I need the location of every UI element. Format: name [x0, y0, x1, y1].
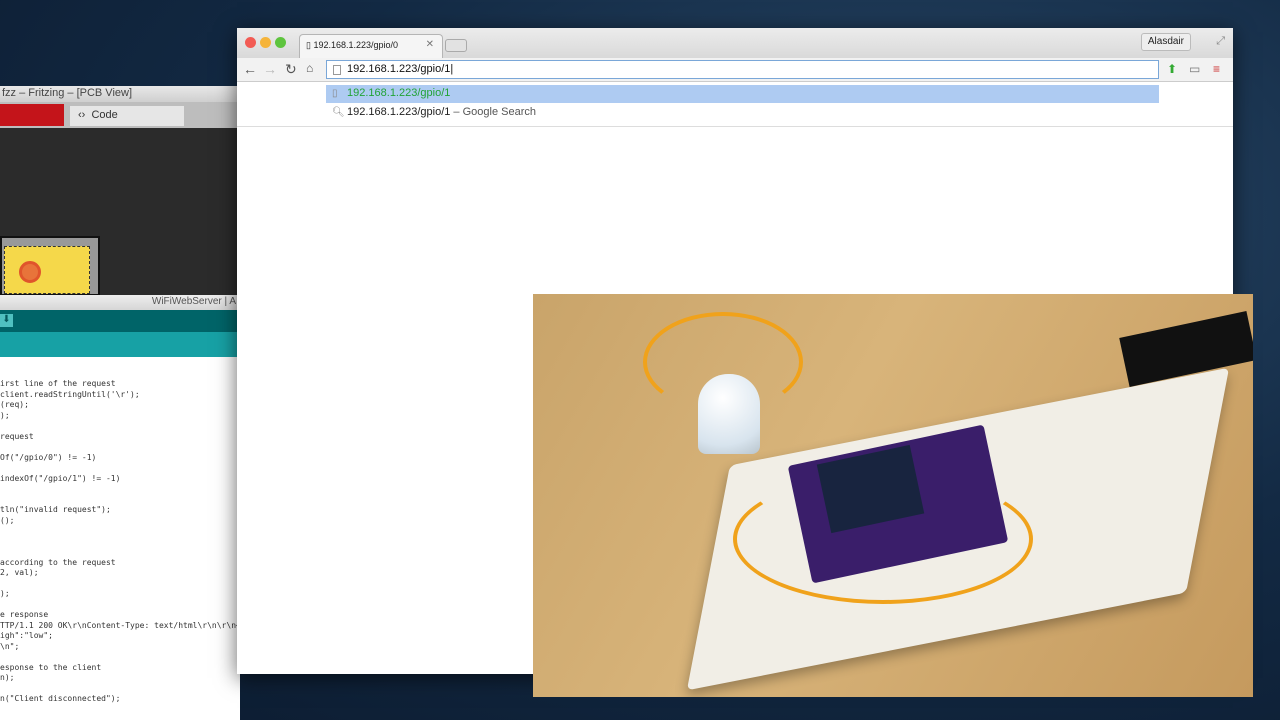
code-line: irst line of the request [0, 379, 116, 388]
browser-toolbar: ← → ↻ ⌂ 192.168.1.223/gpio/1| ⬆ ▭ ≡ [237, 58, 1233, 82]
code-line: n); [0, 673, 15, 682]
profile-button[interactable]: Alasdair [1140, 33, 1191, 51]
close-tab-icon[interactable]: ✕ [426, 39, 434, 50]
white-led [698, 374, 760, 454]
code-editor[interactable]: irst line of the request client.readStrin… [0, 379, 255, 705]
fritzing-code-tab[interactable]: ‹› Code [70, 106, 184, 126]
suggestion-text: 192.168.1.223/gpio/1 [347, 106, 451, 118]
code-line: esponse to the client [0, 662, 102, 672]
code-line: 2, val); [0, 568, 39, 577]
fritzing-window: fzz – Fritzing – [PCB View] ‹› Code [0, 86, 240, 301]
cast-icon[interactable]: ▭ [1189, 62, 1200, 76]
code-line: e response [0, 610, 49, 619]
back-icon[interactable]: ← [243, 61, 257, 77]
save-icon[interactable]: ⬇ [0, 314, 13, 327]
code-line: ); [0, 589, 10, 598]
code-line: tln("invalid request"); [0, 505, 111, 514]
yellow-wire [733, 474, 1033, 604]
menu-icon[interactable]: ≡ [1213, 62, 1220, 76]
pcb-board[interactable] [0, 236, 100, 296]
code-line: Of("/gpio/0") != -1) [0, 452, 97, 462]
browser-tabbar: ▯ 192.168.1.223/gpio/0 ✕ Alasdair ⤢ [237, 28, 1233, 58]
code-line: TTP/1.1 200 OK\r\nContent-Type: text/htm… [0, 620, 256, 630]
code-line: n("Client disconnected"); [0, 694, 121, 703]
arduino-toolbar: ⬇ [0, 310, 240, 332]
code-tab-label: Code [91, 109, 118, 121]
code-line: client.readStringUntil('\r'); [0, 389, 140, 399]
code-icon: ‹› [78, 109, 86, 121]
suggestion-text: 192.168.1.223/gpio/1 [347, 87, 451, 99]
page-icon: ▯ [332, 88, 338, 99]
fritzing-title: fzz – Fritzing – [PCB View] [0, 86, 240, 102]
code-line: indexOf("/gpio/1") != -1) [0, 473, 121, 483]
suggestion-url[interactable]: ▯ 192.168.1.223/gpio/1 [326, 85, 1159, 103]
new-tab-button[interactable] [445, 39, 467, 52]
code-line: according to the request [0, 557, 116, 567]
forward-icon[interactable]: → [263, 61, 277, 77]
arduino-tabbar [0, 332, 240, 357]
suggestion-search[interactable]: 🔍︎ 192.168.1.223/gpio/1 – Google Search [326, 104, 1159, 122]
page-icon [333, 65, 341, 75]
breadboard-video-overlay [533, 294, 1253, 697]
minimize-window-button[interactable] [260, 37, 271, 48]
close-window-button[interactable] [245, 37, 256, 48]
suggestion-suffix: – Google Search [450, 106, 536, 118]
address-bar[interactable]: 192.168.1.223/gpio/1| [326, 60, 1159, 79]
extension-icon[interactable]: ⬆ [1167, 62, 1177, 76]
address-text: 192.168.1.223/gpio/1 [347, 63, 451, 75]
fritzing-pcb-tab[interactable] [0, 104, 64, 126]
reload-icon[interactable]: ↻ [285, 61, 297, 78]
code-line: request [0, 431, 34, 441]
arduino-title: WiFiWebServer | A [0, 295, 240, 310]
code-line: ); [0, 410, 10, 420]
tab-title: 192.168.1.223/gpio/0 [313, 40, 399, 50]
home-icon[interactable]: ⌂ [306, 61, 313, 75]
code-line: \n"; [0, 641, 20, 651]
code-line: (req); [0, 400, 29, 409]
browser-tab[interactable]: ▯ 192.168.1.223/gpio/0 ✕ [299, 34, 443, 58]
omnibox-dropdown: ▯ 192.168.1.223/gpio/1 🔍︎ 192.168.1.223/gp… [237, 83, 1233, 127]
code-line: igh":"low"; [0, 631, 53, 640]
arduino-window: WiFiWebServer | A ⬇ irst line of the req… [0, 295, 255, 720]
page-icon: ▯ [306, 40, 311, 50]
code-line: (); [0, 515, 15, 525]
maximize-window-button[interactable] [275, 37, 286, 48]
fullscreen-icon[interactable]: ⤢ [1216, 35, 1225, 48]
search-icon: 🔍︎ [332, 107, 345, 118]
